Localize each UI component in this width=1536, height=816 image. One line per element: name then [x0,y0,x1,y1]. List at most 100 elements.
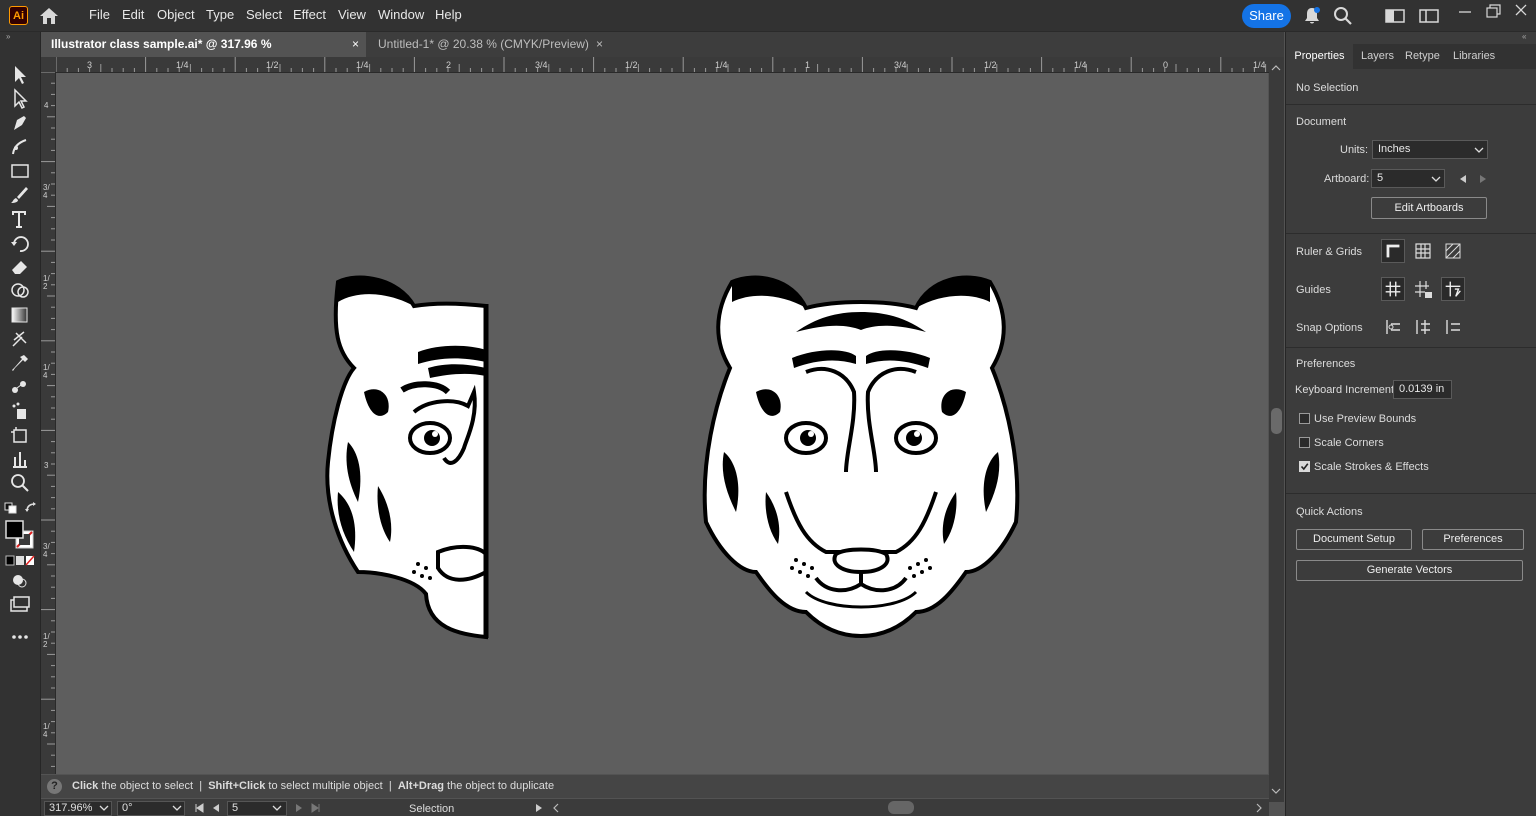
minimize-icon[interactable] [1455,2,1475,22]
shape-builder-tool-icon[interactable] [8,280,32,302]
close-tab-icon[interactable]: × [352,32,359,57]
artboard-canvas[interactable] [56,73,1268,774]
column-graph-tool-icon[interactable] [8,448,32,470]
full-tiger-artwork[interactable] [696,272,1026,642]
units-select[interactable]: Inches [1372,140,1488,159]
horizontal-scrollbar-thumb[interactable] [888,801,914,814]
ruler-label: 1/4 [715,60,728,70]
eyedropper-tool-icon[interactable] [8,352,32,374]
menu-edit[interactable]: Edit [122,7,144,22]
keyboard-increment-input[interactable]: 0.0139 in [1393,380,1452,399]
preferences-button[interactable]: Preferences [1422,529,1524,550]
home-icon[interactable] [38,6,60,26]
ruler-label: 1/4 [1074,60,1087,70]
snap-to-point-icon[interactable] [1381,315,1405,339]
previous-artboard-icon[interactable] [1459,174,1467,184]
menu-object[interactable]: Object [157,7,195,22]
tab-illustrator-class-sample[interactable]: Illustrator class sample.ai* @ 317.96 % … [41,32,366,76]
chevron-down-icon[interactable] [99,804,109,812]
checkmark-icon [1300,463,1309,471]
ruler-label: 1/2 [625,60,638,70]
use-preview-bounds-checkbox[interactable] [1299,413,1310,424]
status-menu-arrow-icon[interactable] [535,803,543,813]
chevron-down-icon[interactable] [172,804,182,812]
scroll-up-icon[interactable] [1271,64,1281,72]
edit-artboards-button[interactable]: Edit Artboards [1371,197,1487,219]
pen-tool-icon[interactable] [8,112,32,134]
workspace-switcher-icon[interactable] [1419,6,1439,26]
close-tab-icon[interactable]: × [596,32,603,57]
help-icon[interactable]: ? [47,779,62,794]
tab-layers[interactable]: Layers [1361,50,1394,62]
menu-effect[interactable]: Effect [293,7,326,22]
transparency-grid-icon[interactable] [1441,239,1465,263]
menu-view[interactable]: View [338,7,366,22]
search-icon[interactable] [1333,6,1353,26]
ruler-label: 1/2 [266,60,279,70]
first-artboard-icon[interactable] [194,803,204,813]
half-tiger-artwork[interactable] [318,272,494,642]
mesh-tool-icon[interactable] [8,328,32,350]
scroll-left-icon[interactable] [552,803,560,813]
color-mode-icons[interactable] [5,555,35,566]
toolbar-collapse-icon[interactable]: » [6,32,10,41]
rectangle-tool-icon[interactable] [8,160,32,182]
default-colors-icon[interactable] [4,502,18,514]
paintbrush-tool-icon[interactable] [8,184,32,206]
smart-guides-icon[interactable] [1441,277,1465,301]
tab-title: Untitled-1* @ 20.38 % (CMYK/Preview) [378,37,589,51]
zoom-tool-icon[interactable] [8,472,32,494]
eraser-tool-icon[interactable] [8,256,32,278]
screen-mode-icon[interactable] [8,594,32,616]
chevron-down-icon[interactable] [272,804,282,812]
gradient-tool-icon[interactable] [8,304,32,326]
direct-selection-tool-icon[interactable] [8,88,32,110]
edit-toolbar-more-icon[interactable] [8,626,32,648]
fill-stroke-swatches-icon[interactable] [5,520,35,550]
draw-mode-icon[interactable] [8,570,32,592]
lock-guides-icon[interactable] [1411,277,1435,301]
snap-to-glyph-icon[interactable] [1441,315,1465,339]
previous-artboard-icon[interactable] [212,803,220,813]
next-artboard-icon[interactable] [295,803,303,813]
tab-untitled-1[interactable]: Untitled-1* @ 20.38 % (CMYK/Preview) × [368,32,613,57]
menu-select[interactable]: Select [246,7,282,22]
chevron-down-icon[interactable] [1474,146,1484,154]
close-window-icon[interactable] [1511,0,1531,20]
restore-icon[interactable] [1483,2,1503,22]
panel-collapse-icon[interactable]: « [1522,32,1526,41]
blend-tool-icon[interactable] [8,376,32,398]
snap-to-pixel-icon[interactable] [1411,315,1435,339]
document-heading: Document [1296,116,1347,128]
symbol-sprayer-tool-icon[interactable] [8,400,32,422]
menu-help[interactable]: Help [435,7,462,22]
chevron-down-icon[interactable] [1431,175,1441,183]
document-setup-button[interactable]: Document Setup [1296,529,1412,550]
tab-libraries[interactable]: Libraries [1453,50,1495,62]
tab-properties[interactable]: Properties [1286,44,1353,69]
scale-strokes-checkbox[interactable] [1299,461,1310,472]
type-tool-icon[interactable] [8,208,32,230]
scale-corners-checkbox[interactable] [1299,437,1310,448]
vertical-scrollbar-thumb[interactable] [1271,408,1282,434]
bell-icon[interactable] [1302,6,1322,26]
share-button[interactable]: Share [1242,4,1291,28]
menu-window[interactable]: Window [378,7,424,22]
last-artboard-icon[interactable] [311,803,321,813]
arrange-documents-icon[interactable] [1385,6,1405,26]
tab-retype[interactable]: Retype [1405,50,1440,62]
scroll-down-icon[interactable] [1271,787,1281,795]
rotate-tool-icon[interactable] [8,232,32,254]
menu-file[interactable]: File [89,7,110,22]
swap-colors-icon[interactable] [24,501,38,515]
generate-vectors-button[interactable]: Generate Vectors [1296,560,1523,581]
scroll-right-icon[interactable] [1255,803,1263,813]
artboard-tool-icon[interactable] [8,424,32,446]
curvature-tool-icon[interactable] [8,136,32,158]
show-guides-icon[interactable] [1381,277,1405,301]
show-rulers-icon[interactable] [1381,239,1405,263]
hint-desc: the object to duplicate [444,780,555,792]
next-artboard-icon[interactable] [1479,174,1487,184]
menu-type[interactable]: Type [206,7,234,22]
show-grid-icon[interactable] [1411,239,1435,263]
